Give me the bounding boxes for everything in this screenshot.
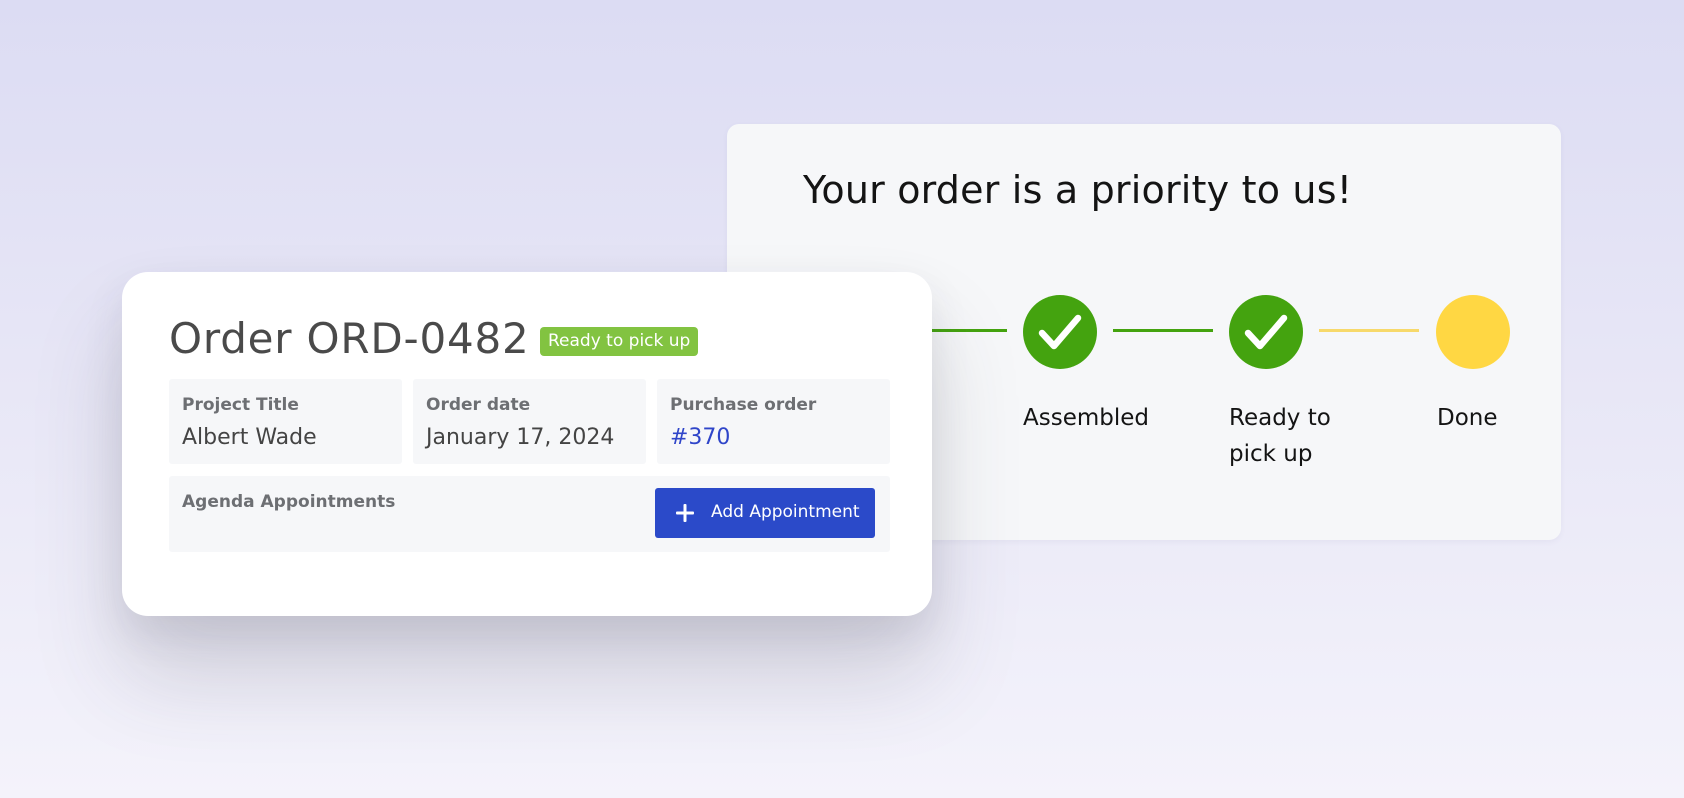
- status-badge: Ready to pick up: [540, 327, 699, 356]
- progress-line-assembled-to-ready: [1113, 329, 1213, 332]
- add-appointment-button[interactable]: Add Appointment: [655, 488, 875, 538]
- order-details-card: Order ORD-0482 Ready to pick up Project …: [122, 272, 932, 616]
- order-title: Order ORD-0482: [169, 314, 530, 363]
- plus-icon: [676, 504, 694, 522]
- order-date-value: January 17, 2024: [426, 425, 615, 450]
- add-appointment-label: Add Appointment: [711, 502, 860, 522]
- purchase-order-field: Purchase order #370: [657, 379, 890, 464]
- project-title-field: Project Title Albert Wade: [169, 379, 402, 464]
- project-title-value: Albert Wade: [182, 425, 317, 450]
- progress-title: Your order is a priority to us!: [803, 168, 1353, 212]
- checkmark-icon: [1038, 314, 1082, 350]
- step-label-done: Done: [1437, 405, 1498, 431]
- agenda-appointments-label: Agenda Appointments: [182, 492, 396, 512]
- project-title-label: Project Title: [182, 395, 299, 415]
- step-ready-circle: [1229, 295, 1303, 369]
- checkmark-icon: [1244, 314, 1288, 350]
- step-done-circle: [1436, 295, 1510, 369]
- step-label-ready: Ready to pick up: [1229, 405, 1331, 467]
- progress-line-ready-to-done: [1319, 329, 1419, 332]
- purchase-order-link[interactable]: #370: [670, 425, 730, 450]
- progress-line-ordered-to-assembled: [927, 329, 1007, 332]
- step-assembled-circle: [1023, 295, 1097, 369]
- step-label-assembled: Assembled: [1023, 405, 1149, 431]
- order-date-label: Order date: [426, 395, 531, 415]
- purchase-order-label: Purchase order: [670, 395, 817, 415]
- order-date-field: Order date January 17, 2024: [413, 379, 646, 464]
- agenda-appointments-section: Agenda Appointments Add Appointment: [169, 476, 890, 552]
